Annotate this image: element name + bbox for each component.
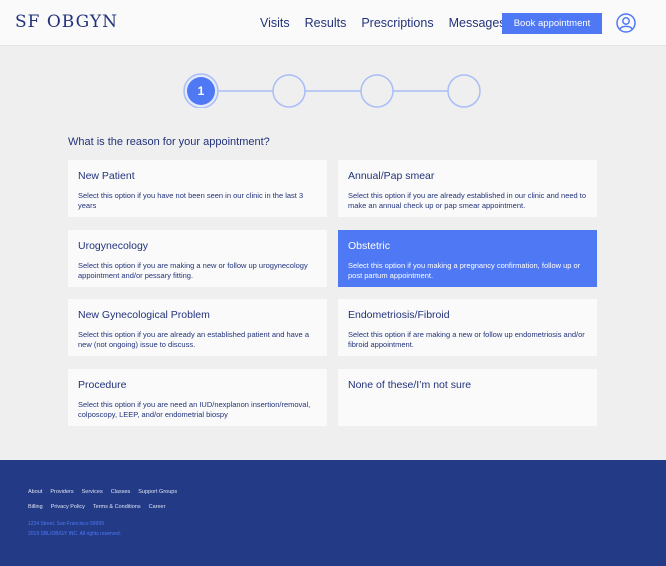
top-header: SF OBGYN Visits Results Prescriptions Me… — [0, 0, 666, 46]
nav-visits[interactable]: Visits — [260, 16, 290, 30]
site-footer: About Providers Services Classes Support… — [0, 460, 666, 566]
nav-results[interactable]: Results — [305, 16, 347, 30]
option-title: Urogynecology — [78, 240, 149, 252]
option-title: Obstetric — [348, 240, 391, 252]
footer-link-services[interactable]: Services — [82, 489, 103, 495]
option-procedure[interactable]: Procedure Select this option if you are … — [68, 369, 327, 426]
option-new-patient[interactable]: New Patient Select this option if you ha… — [68, 160, 327, 217]
footer-links-row-1: About Providers Services Classes Support… — [28, 489, 185, 495]
option-desc: Select this option if are making a new o… — [348, 330, 585, 349]
nav-prescriptions[interactable]: Prescriptions — [361, 16, 433, 30]
option-desc: Select this option if you are need an IU… — [78, 400, 311, 419]
main-nav: Visits Results Prescriptions Messages — [260, 16, 521, 30]
footer-links-row-2: Billing Privacy Policy Terms & Condition… — [28, 504, 173, 510]
footer-link-privacy-policy[interactable]: Privacy Policy — [51, 504, 85, 510]
option-urogynecology[interactable]: Urogynecology Select this option if you … — [68, 230, 327, 287]
option-title: New Patient — [78, 170, 135, 182]
option-title: Procedure — [78, 379, 127, 391]
step-1-number: 1 — [197, 84, 205, 98]
footer-link-classes[interactable]: Classes — [111, 489, 131, 495]
option-desc: Select this option if you have not been … — [78, 191, 304, 210]
option-none-not-sure[interactable]: None of these/I’m not sure — [338, 369, 597, 426]
option-title: Endometriosis/Fibroid — [348, 309, 450, 321]
book-appointment-button[interactable]: Book appointment — [502, 13, 602, 34]
footer-link-career[interactable]: Career — [149, 504, 166, 510]
footer-address: 1234 Street, San Francisco 99999 — [28, 521, 104, 527]
step-4-circle — [447, 74, 481, 108]
step-3-circle — [360, 74, 394, 108]
footer-link-billing[interactable]: Billing — [28, 504, 43, 510]
site-logo[interactable]: SF OBGYN — [15, 12, 118, 32]
footer-link-terms[interactable]: Terms & Conditions — [93, 504, 141, 510]
option-title: Annual/Pap smear — [348, 170, 435, 182]
option-desc: Select this option if you making a pregn… — [348, 261, 581, 280]
option-new-gynecological-problem[interactable]: New Gynecological Problem Select this op… — [68, 299, 327, 356]
option-annual-pap-smear[interactable]: Annual/Pap smear Select this option if y… — [338, 160, 597, 217]
user-circle-icon[interactable] — [616, 13, 636, 33]
option-desc: Select this option if you are making a n… — [78, 261, 308, 280]
option-title: New Gynecological Problem — [78, 309, 210, 321]
option-desc: Select this option if you are already es… — [348, 191, 587, 210]
question-heading: What is the reason for your appointment? — [68, 136, 270, 148]
nav-messages[interactable]: Messages — [449, 16, 506, 30]
progress-stepper — [0, 72, 666, 108]
option-endometriosis-fibroid[interactable]: Endometriosis/Fibroid Select this option… — [338, 299, 597, 356]
option-desc: Select this option if you are already an… — [78, 330, 309, 349]
option-title: None of these/I’m not sure — [348, 379, 472, 391]
option-obstetric[interactable]: Obstetric Select this option if you maki… — [338, 230, 597, 287]
step-2-circle — [272, 74, 306, 108]
footer-link-support-groups[interactable]: Support Groups — [138, 489, 177, 495]
footer-copyright: 2019 SBL/OB/GY INC. All rights reserved. — [28, 531, 122, 537]
footer-link-providers[interactable]: Providers — [50, 489, 73, 495]
footer-link-about[interactable]: About — [28, 489, 42, 495]
